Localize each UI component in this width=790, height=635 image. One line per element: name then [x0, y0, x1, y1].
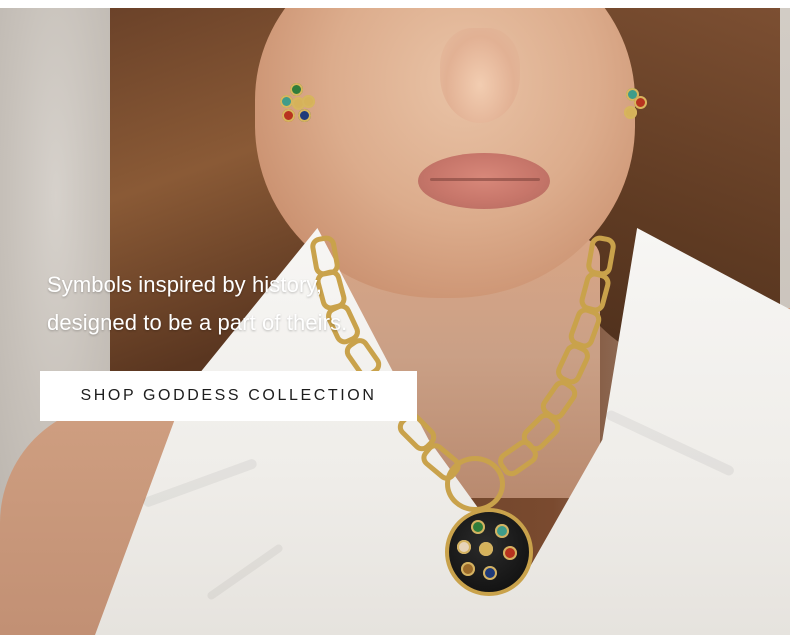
- pendant-ring: [445, 456, 505, 512]
- lips-line: [430, 178, 540, 181]
- gem-blue: [483, 566, 497, 580]
- gem-red: [282, 109, 295, 122]
- hero-headline: Symbols inspired by history, designed to…: [47, 266, 347, 342]
- gem-gold: [479, 542, 493, 556]
- gem-red: [503, 546, 517, 560]
- gem-red: [634, 96, 647, 109]
- earring-right: [622, 88, 647, 128]
- gem-blue: [298, 109, 311, 122]
- nose: [440, 28, 520, 123]
- hero-banner: Symbols inspired by history, designed to…: [0, 8, 790, 635]
- earring-left: [280, 83, 315, 123]
- gem-green: [471, 520, 485, 534]
- gem-pearl: [457, 540, 471, 554]
- headline-line-1: Symbols inspired by history,: [47, 272, 323, 297]
- gem-gold: [624, 106, 637, 119]
- gem-teal: [495, 524, 509, 538]
- headline-line-2: designed to be a part of theirs.: [47, 310, 348, 335]
- cta-label: SHOP GODDESS COLLECTION: [80, 387, 377, 404]
- gem-gold: [302, 95, 315, 108]
- shop-goddess-collection-button[interactable]: SHOP GODDESS COLLECTION: [40, 371, 417, 421]
- gem-teal: [280, 95, 293, 108]
- gemstone-pendant: [445, 508, 533, 596]
- gem-green: [290, 83, 303, 96]
- gem-amber: [461, 562, 475, 576]
- lips: [418, 153, 550, 209]
